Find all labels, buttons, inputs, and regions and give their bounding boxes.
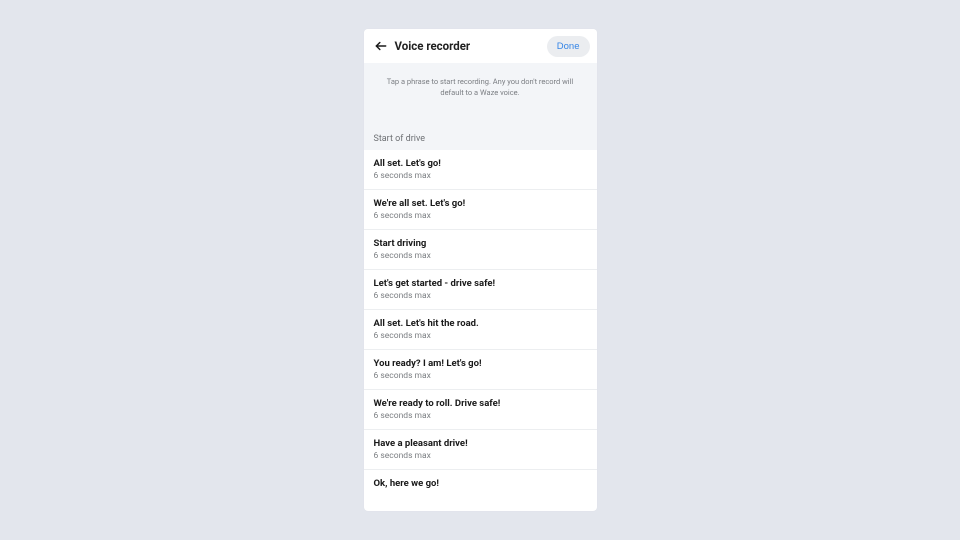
phrase-item[interactable]: Start driving 6 seconds max xyxy=(364,230,597,270)
phrase-item[interactable]: We're ready to roll. Drive safe! 6 secon… xyxy=(364,390,597,430)
section-header: Start of drive xyxy=(364,110,597,150)
phrase-text: Let's get started - drive safe! xyxy=(374,278,587,289)
phrase-duration: 6 seconds max xyxy=(374,451,587,461)
phrase-duration: 6 seconds max xyxy=(374,211,587,221)
voice-recorder-screen: Voice recorder Done Tap a phrase to star… xyxy=(364,29,597,511)
phrase-item[interactable]: Have a pleasant drive! 6 seconds max xyxy=(364,430,597,470)
phrase-list: All set. Let's go! 6 seconds max We're a… xyxy=(364,150,597,499)
phrase-text: Have a pleasant drive! xyxy=(374,438,587,449)
instruction-text: Tap a phrase to start recording. Any you… xyxy=(364,63,597,110)
phrase-text: We're ready to roll. Drive safe! xyxy=(374,398,587,409)
phrase-text: Start driving xyxy=(374,238,587,249)
phrase-item[interactable]: All set. Let's go! 6 seconds max xyxy=(364,150,597,190)
phrase-duration: 6 seconds max xyxy=(374,251,587,261)
back-button[interactable] xyxy=(374,39,388,53)
header-bar: Voice recorder Done xyxy=(364,29,597,63)
phrase-text: Ok, here we go! xyxy=(374,478,587,489)
phrase-text: All set. Let's go! xyxy=(374,158,587,169)
phrase-text: We're all set. Let's go! xyxy=(374,198,587,209)
phrase-duration: 6 seconds max xyxy=(374,291,587,301)
phrase-duration: 6 seconds max xyxy=(374,331,587,341)
phrase-duration: 6 seconds max xyxy=(374,411,587,421)
phrase-text: You ready? I am! Let's go! xyxy=(374,358,587,369)
phrase-duration: 6 seconds max xyxy=(374,171,587,181)
done-button[interactable]: Done xyxy=(547,36,590,57)
phrase-item[interactable]: Let's get started - drive safe! 6 second… xyxy=(364,270,597,310)
phrase-duration: 6 seconds max xyxy=(374,371,587,381)
phrase-item[interactable]: All set. Let's hit the road. 6 seconds m… xyxy=(364,310,597,350)
phrase-text: All set. Let's hit the road. xyxy=(374,318,587,329)
phrase-item[interactable]: We're all set. Let's go! 6 seconds max xyxy=(364,190,597,230)
phrase-item[interactable]: You ready? I am! Let's go! 6 seconds max xyxy=(364,350,597,390)
arrow-left-icon xyxy=(374,39,388,53)
page-title: Voice recorder xyxy=(395,39,547,53)
phrase-item[interactable]: Ok, here we go! xyxy=(364,470,597,499)
